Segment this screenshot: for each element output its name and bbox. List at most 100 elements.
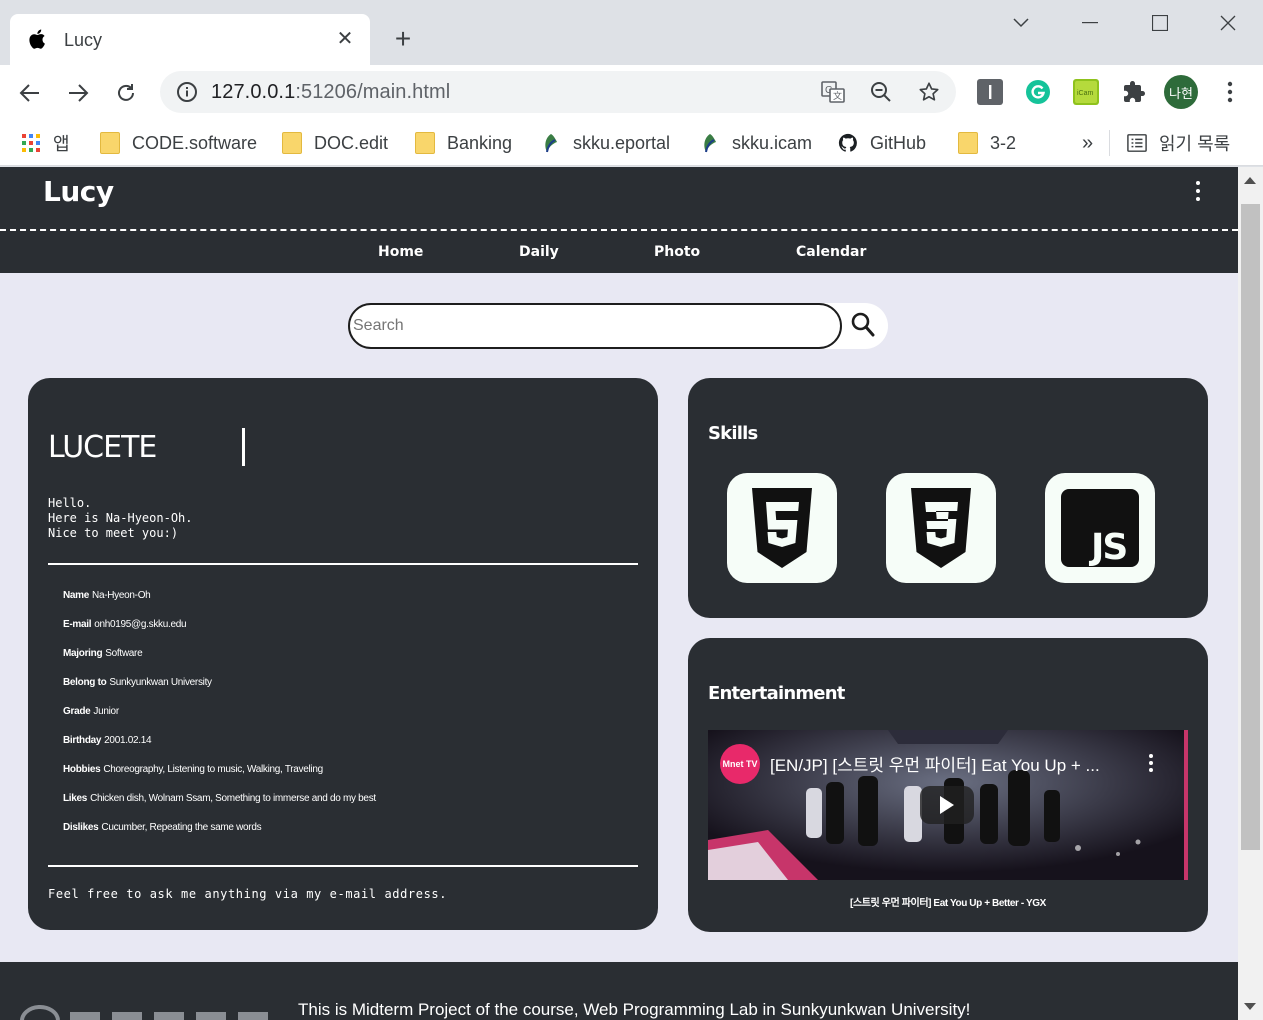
folder-icon [415, 132, 435, 154]
bookmark-label: GitHub [870, 132, 927, 153]
grammarly-icon[interactable] [1024, 78, 1052, 106]
extensions-puzzle-icon[interactable] [1120, 78, 1148, 106]
bookmark-github[interactable]: GitHub [838, 128, 926, 158]
nav-photo[interactable]: Photo [654, 244, 700, 260]
mnet-tv-logo[interactable]: Mnet TV [720, 744, 760, 784]
css3-icon [911, 488, 971, 568]
info-value: Chicken dish, Wolnam Ssam, Something to … [90, 793, 376, 804]
info-label: Grade [63, 706, 91, 717]
address-bar[interactable]: 127.0.0.1:51206/main.html G文 [160, 71, 956, 113]
close-window-button[interactable] [1208, 8, 1248, 38]
site-menu-icon[interactable] [1192, 181, 1204, 201]
extension-i-icon[interactable] [976, 78, 1004, 106]
site-brand[interactable]: Lucy [43, 175, 114, 208]
profile-avatar[interactable]: 나현 [1164, 75, 1198, 109]
university-logo [20, 1004, 268, 1020]
github-icon [838, 133, 857, 152]
html5-icon [752, 488, 812, 568]
javascript-icon: JS [1061, 489, 1139, 567]
info-value: Cucumber, Repeating the same words [101, 822, 262, 833]
skill-javascript[interactable]: JS [1045, 473, 1155, 583]
info-label: Belong to [63, 677, 107, 688]
svg-text:JS: JS [1088, 527, 1126, 567]
maximize-button[interactable] [1140, 8, 1180, 38]
bookmarks-bar: 앱 CODE.software DOC.edit Banking skku.ep… [0, 120, 1263, 166]
svg-text:iCam: iCam [1077, 90, 1094, 97]
new-tab-button[interactable]: + [388, 23, 418, 54]
info-belong-to: Belong to Sunkyunkwan University [63, 677, 376, 706]
bookmark-skku-icam[interactable]: skku.icam [700, 128, 812, 158]
nav-daily[interactable]: Daily [519, 244, 559, 260]
profile-intro: Hello. Here is Na-Hyeon-Oh. Nice to meet… [48, 496, 193, 540]
skill-css3[interactable] [886, 473, 996, 583]
info-name: Name Na-Hyeon-Oh [63, 590, 376, 619]
bookmark-doc-edit[interactable]: DOC.edit [282, 128, 388, 158]
info-grade: Grade Junior [63, 706, 376, 735]
tab-search-chevron-icon[interactable] [1001, 8, 1041, 38]
reload-button[interactable] [110, 77, 142, 109]
profile-title: LUCETE [48, 430, 157, 465]
back-button[interactable] [14, 77, 46, 109]
tab-title: Lucy [64, 30, 103, 50]
bookmarks-overflow-button[interactable]: » [1082, 128, 1093, 158]
apps-grid-icon [22, 134, 40, 152]
scroll-thumb[interactable] [1241, 204, 1260, 850]
search-input[interactable] [348, 303, 842, 349]
profile-divider-bottom [48, 865, 638, 867]
translate-icon[interactable]: G文 [821, 80, 845, 104]
skill-html5[interactable] [727, 473, 837, 583]
scroll-down-arrow-icon[interactable] [1244, 1003, 1256, 1010]
scroll-up-arrow-icon[interactable] [1244, 177, 1256, 184]
forward-button[interactable] [62, 77, 94, 109]
zoom-out-icon[interactable] [869, 80, 893, 104]
entertainment-title: Entertainment [708, 683, 845, 704]
bookmark-label: Banking [447, 132, 513, 153]
play-button[interactable] [920, 786, 974, 824]
url-text[interactable]: 127.0.0.1:51206/main.html [211, 81, 450, 104]
play-icon [940, 796, 954, 814]
footer-text: This is Midterm Project of the course, W… [298, 1000, 971, 1019]
info-label: E-mail [63, 619, 92, 630]
info-birthday: Birthday 2001.02.14 [63, 735, 376, 764]
bookmark-star-icon[interactable] [917, 80, 941, 104]
reading-list-icon [1127, 134, 1147, 152]
url-path: :51206/main.html [295, 81, 451, 103]
minimize-button[interactable] [1070, 8, 1110, 38]
info-label: Hobbies [63, 764, 101, 775]
folder-icon [100, 132, 120, 154]
info-value: Na-Hyeon-Oh [92, 590, 151, 601]
video-title[interactable]: [EN/JP] [스트릿 우먼 파이터] Eat You Up + ... [770, 751, 1100, 776]
profile-divider-top [48, 563, 638, 565]
bookmark-label: 3-2 [990, 132, 1017, 153]
skku-leaf-icon [545, 134, 557, 153]
url-host: 127.0.0.1 [211, 81, 296, 103]
info-hobbies: Hobbies Choreography, Listening to music,… [63, 764, 376, 793]
bookmark-label: DOC.edit [314, 132, 389, 153]
info-label: Name [63, 590, 90, 601]
search-bar [348, 303, 888, 349]
page-viewport: Lucy Home Daily Photo Calendar LUCETE He… [0, 167, 1238, 1020]
info-value: Choreography, Listening to music, Walkin… [103, 764, 323, 775]
bookmark-code-software[interactable]: CODE.software [100, 128, 257, 158]
video-more-icon[interactable] [1146, 754, 1156, 772]
browser-menu-icon[interactable] [1216, 78, 1244, 106]
bookmark-3-2[interactable]: 3-2 [958, 128, 1016, 158]
bookmark-banking[interactable]: Banking [415, 128, 512, 158]
page-scrollbar[interactable] [1238, 167, 1263, 1020]
bookmark-skku-eportal[interactable]: skku.eportal [541, 128, 670, 158]
tab-close-icon[interactable]: ✕ [334, 27, 356, 50]
icam-extension-icon[interactable]: iCam [1072, 78, 1100, 106]
search-icon[interactable] [851, 312, 875, 338]
nav-calendar[interactable]: Calendar [796, 244, 866, 260]
profile-info-list: Name Na-Hyeon-Oh E-mail onh0195@g.skku.edu… [63, 590, 376, 851]
header-dashed-divider [0, 229, 1238, 231]
browser-tab[interactable]: Lucy ✕ [10, 14, 370, 65]
info-label: Dislikes [63, 822, 99, 833]
site-info-icon[interactable] [176, 81, 198, 103]
nav-home[interactable]: Home [378, 244, 423, 260]
info-label: Likes [63, 793, 88, 804]
folder-icon [282, 132, 302, 154]
bookmark-apps[interactable]: 앱 [21, 128, 70, 158]
video-embed[interactable]: Mnet TV [EN/JP] [스트릿 우먼 파이터] Eat You Up … [708, 730, 1188, 880]
reading-list-button[interactable]: 읽기 목록 [1127, 128, 1230, 158]
